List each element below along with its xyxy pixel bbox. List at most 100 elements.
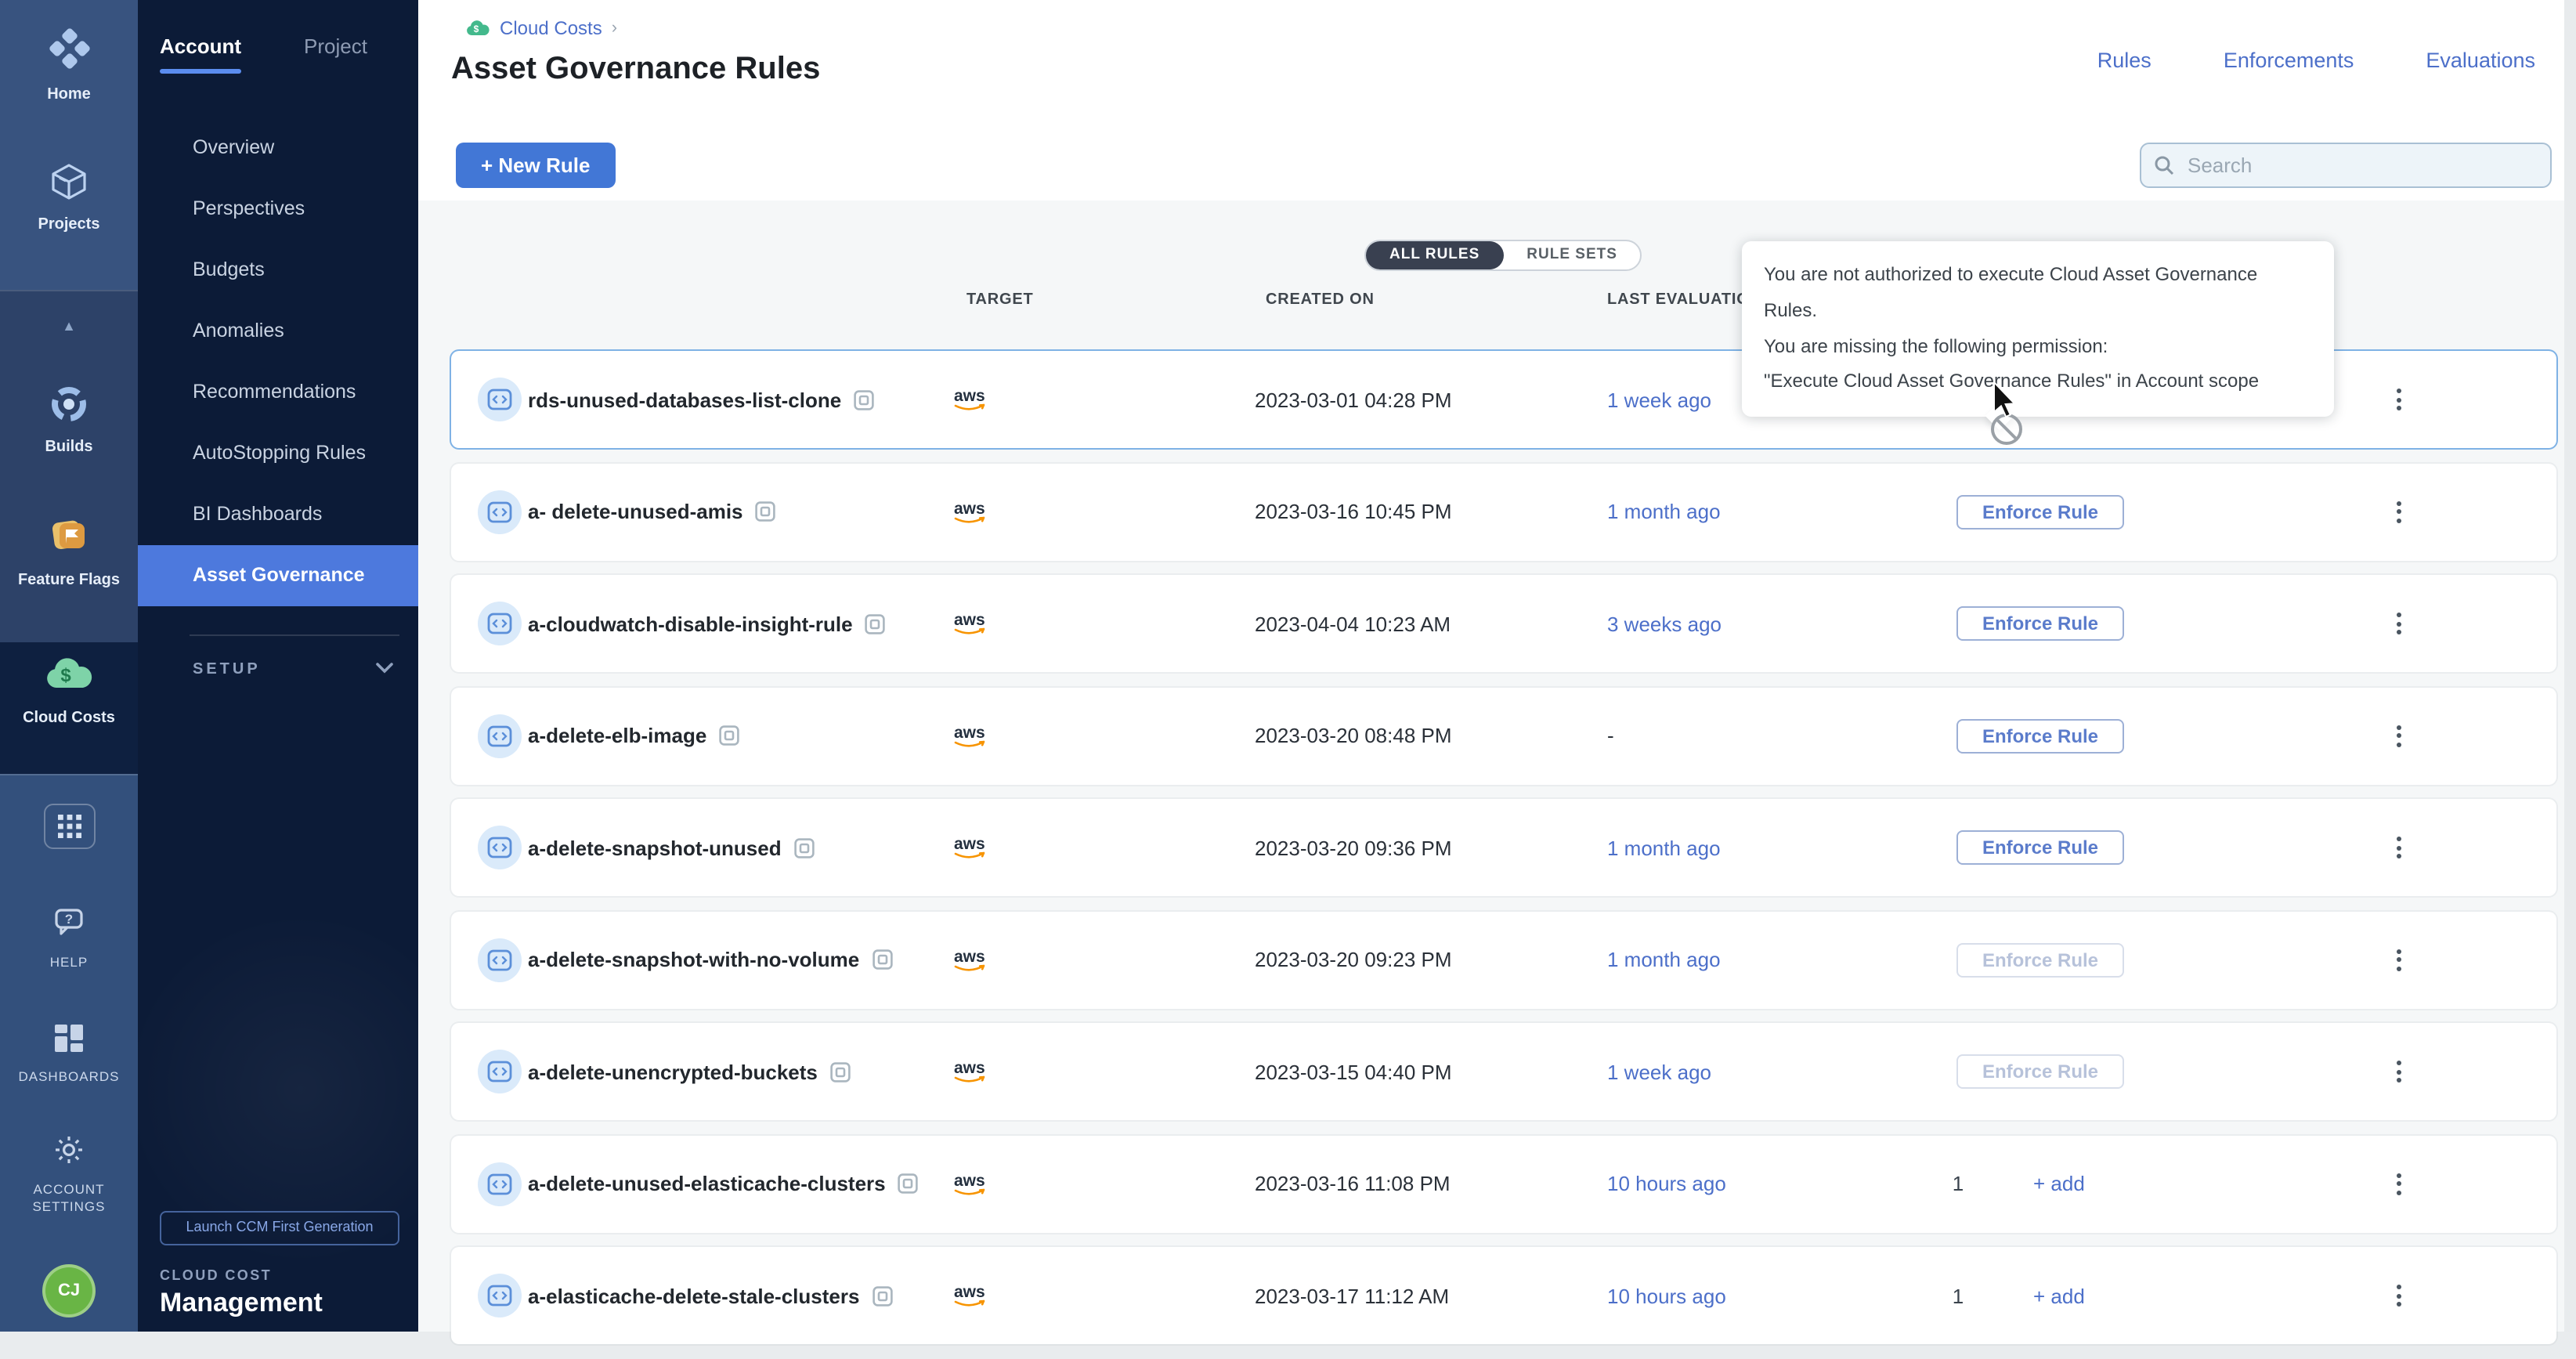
copy-icon[interactable]: [872, 1285, 892, 1306]
toggle-rule-sets[interactable]: RULE SETS: [1503, 241, 1641, 269]
sidebar-item-budgets[interactable]: Budgets: [138, 240, 418, 301]
aws-logo-icon: aws: [951, 687, 993, 784]
rule-name: a-cloudwatch-disable-insight-rule: [528, 612, 853, 635]
copy-icon[interactable]: [854, 389, 874, 410]
last-evaluation-link[interactable]: 1 week ago: [1607, 351, 1711, 448]
add-enforcement-link[interactable]: + add: [2033, 1247, 2085, 1344]
setup-section-toggle[interactable]: SETUP: [138, 636, 418, 678]
table-row[interactable]: a-delete-elb-image aws 2023-03-20 08:48 …: [451, 687, 2556, 784]
aws-logo-icon: aws: [951, 799, 993, 896]
sidebar-item-account-settings[interactable]: ACCOUNT SETTINGS: [0, 1133, 138, 1217]
sidebar-item-anomalies[interactable]: Anomalies: [138, 301, 418, 362]
copy-icon[interactable]: [898, 1173, 919, 1194]
sidebar-item-builds[interactable]: Builds: [0, 384, 138, 456]
rail-collapse-button[interactable]: ▲: [0, 290, 138, 360]
kebab-menu-icon[interactable]: [2386, 944, 2411, 975]
kebab-menu-icon[interactable]: [2386, 832, 2411, 863]
sidebar-item-overview[interactable]: Overview: [138, 117, 418, 179]
sidebar-item-perspectives[interactable]: Perspectives: [138, 179, 418, 240]
kebab-menu-icon[interactable]: [2386, 1056, 2411, 1087]
table-row[interactable]: a-elasticache-delete-stale-clusters aws …: [451, 1247, 2556, 1344]
cloud-costs-breadcrumb-icon: $: [465, 18, 490, 38]
kebab-menu-icon[interactable]: [2386, 720, 2411, 751]
kebab-menu-icon[interactable]: [2386, 496, 2411, 527]
brand-eyebrow: CLOUD COST: [160, 1267, 399, 1282]
last-evaluation-link[interactable]: 1 month ago: [1607, 911, 1721, 1008]
copy-icon[interactable]: [872, 949, 892, 970]
enforce-rule-button[interactable]: Enforce Rule: [1956, 942, 2124, 977]
svg-text:aws: aws: [954, 1171, 985, 1189]
enforce-rule-button[interactable]: Enforce Rule: [1956, 1054, 2124, 1089]
svg-text:aws: aws: [954, 1059, 985, 1077]
enforcement-count: 1: [1939, 1135, 1977, 1232]
enforce-rule-button[interactable]: Enforce Rule: [1956, 606, 2124, 641]
table-row[interactable]: a-delete-unencrypted-buckets aws 2023-03…: [451, 1023, 2556, 1120]
column-header-created-on: CREATED ON: [1266, 291, 1375, 309]
sidebar-item-bi-dashboards[interactable]: BI Dashboards: [138, 484, 418, 545]
sidebar-item-cloud-costs[interactable]: $ Cloud Costs: [0, 655, 138, 727]
sidebar-item-projects[interactable]: Projects: [0, 161, 138, 233]
table-row[interactable]: a-cloudwatch-disable-insight-rule aws 20…: [451, 575, 2556, 672]
tab-account[interactable]: Account: [160, 34, 241, 74]
gear-icon: [52, 1133, 86, 1167]
projects-cube-icon: [49, 161, 89, 202]
last-evaluation-link[interactable]: 3 weeks ago: [1607, 575, 1722, 672]
sidebar-item-dashboards[interactable]: DASHBOARDS: [0, 1023, 138, 1084]
user-avatar[interactable]: CJ: [0, 1264, 138, 1317]
sidebar-item-asset-governance[interactable]: Asset Governance: [138, 545, 418, 606]
builds-icon: [49, 384, 89, 425]
link-enforcements[interactable]: Enforcements: [2224, 49, 2354, 72]
sidebar-item-autostopping-rules[interactable]: AutoStopping Rules: [138, 423, 418, 484]
svg-text:$: $: [60, 665, 71, 686]
kebab-menu-icon[interactable]: [2386, 384, 2411, 415]
search-box[interactable]: [2139, 143, 2551, 188]
created-on-value: 2023-03-16 10:45 PM: [1255, 463, 1452, 560]
enforce-rule-button[interactable]: Enforce Rule: [1956, 718, 2124, 753]
kebab-menu-icon[interactable]: [2386, 608, 2411, 639]
module-picker-button[interactable]: [0, 804, 138, 849]
rule-name: a-delete-snapshot-unused: [528, 836, 782, 859]
last-evaluation-link[interactable]: 1 month ago: [1607, 799, 1721, 896]
svg-text:aws: aws: [954, 723, 985, 741]
sidebar-item-home[interactable]: Home: [0, 25, 138, 103]
tab-active-underline: [160, 69, 241, 74]
link-evaluations[interactable]: Evaluations: [2426, 49, 2535, 72]
add-enforcement-link[interactable]: + add: [2033, 1135, 2085, 1232]
launch-ccm-first-gen-button[interactable]: Launch CCM First Generation: [160, 1212, 399, 1245]
link-rules[interactable]: Rules: [2097, 49, 2151, 72]
svg-text:aws: aws: [954, 947, 985, 965]
table-row[interactable]: a- delete-unused-amis aws 2023-03-16 10:…: [451, 463, 2556, 560]
new-rule-button[interactable]: + New Rule: [456, 143, 615, 188]
copy-icon[interactable]: [794, 837, 815, 858]
kebab-menu-icon[interactable]: [2386, 1280, 2411, 1311]
scrollbar-track[interactable]: [2563, 0, 2576, 1331]
copy-icon[interactable]: [756, 501, 776, 522]
rule-icon: [478, 378, 522, 421]
copy-icon[interactable]: [830, 1061, 851, 1082]
table-row[interactable]: a-delete-unused-elasticache-clusters aws…: [451, 1135, 2556, 1232]
sidebar-item-feature-flags[interactable]: Feature Flags: [0, 514, 138, 589]
search-icon: [2153, 155, 2173, 175]
rule-icon: [478, 1162, 522, 1205]
last-evaluation-link[interactable]: 1 month ago: [1607, 463, 1721, 560]
chevron-down-icon: [376, 661, 393, 678]
sidebar-item-help[interactable]: ? HELP: [0, 909, 138, 970]
enforce-rule-button[interactable]: Enforce Rule: [1956, 830, 2124, 865]
sidebar-item-recommendations[interactable]: Recommendations: [138, 362, 418, 423]
column-header-last-evaluation: LAST EVALUATION: [1607, 291, 1761, 309]
search-input[interactable]: [2184, 152, 2520, 179]
last-evaluation-link[interactable]: 10 hours ago: [1607, 1135, 1726, 1232]
kebab-menu-icon[interactable]: [2386, 1168, 2411, 1199]
last-evaluation-link[interactable]: 1 week ago: [1607, 1023, 1711, 1120]
breadcrumb-link[interactable]: Cloud Costs: [500, 17, 602, 39]
enforce-rule-button[interactable]: Enforce Rule: [1956, 494, 2124, 529]
tab-project[interactable]: Project: [304, 34, 367, 74]
table-row[interactable]: a-delete-snapshot-with-no-volume aws 202…: [451, 911, 2556, 1008]
cloud-costs-icon: $: [44, 655, 94, 696]
table-row[interactable]: a-delete-snapshot-unused aws 2023-03-20 …: [451, 799, 2556, 896]
toggle-all-rules[interactable]: ALL RULES: [1366, 241, 1503, 269]
copy-icon[interactable]: [719, 725, 739, 746]
copy-icon[interactable]: [865, 613, 886, 634]
aws-logo-icon: aws: [951, 1247, 993, 1344]
last-evaluation-link[interactable]: 10 hours ago: [1607, 1247, 1726, 1344]
